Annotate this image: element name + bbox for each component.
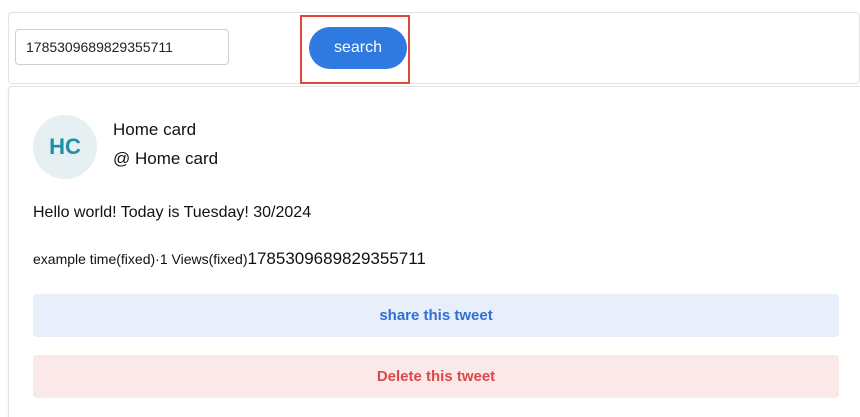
tweet-time: example time(fixed) bbox=[33, 251, 156, 267]
search-button[interactable]: search bbox=[309, 27, 407, 69]
search-bar: search bbox=[8, 12, 860, 84]
display-name: Home card bbox=[113, 120, 197, 139]
tweet-text: Hello world! Today is Tuesday! 30/2024 bbox=[33, 204, 312, 221]
delete-tweet-button[interactable]: Delete this tweet bbox=[33, 355, 839, 398]
tweet-id-input[interactable] bbox=[15, 29, 229, 65]
tweet-meta: example time(fixed)·1 Views(fixed)178530… bbox=[33, 249, 426, 269]
tweet-card: HC Home card @ Home card Hello world! To… bbox=[8, 86, 860, 417]
tweet-views: 1 Views(fixed) bbox=[159, 251, 248, 267]
avatar: HC bbox=[33, 115, 97, 179]
tweet-id: 1785309689829355711 bbox=[247, 249, 426, 268]
user-handle: @ Home card bbox=[113, 149, 219, 168]
share-tweet-button[interactable]: share this tweet bbox=[33, 294, 839, 337]
